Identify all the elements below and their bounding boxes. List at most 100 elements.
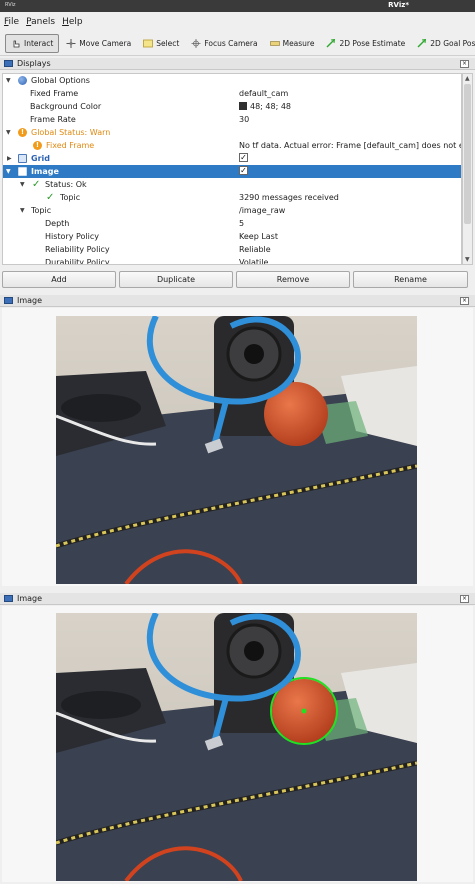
tree-row-global-options[interactable]: ▼ Global Options: [3, 74, 461, 87]
scroll-up-icon[interactable]: ▲: [465, 75, 470, 82]
image-panel-2-title: Image: [17, 594, 43, 603]
cable-bundle: [61, 394, 141, 422]
image-panel-2-viewport[interactable]: [2, 606, 473, 882]
check-icon: ✓: [46, 192, 55, 203]
tree-label: Background Color: [30, 102, 102, 111]
tree-label: Fixed Frame: [46, 141, 95, 150]
tree-label: Image: [31, 167, 59, 176]
tree-row-reliability-policy[interactable]: Reliability Policy Reliable: [3, 243, 461, 256]
displays-panel-title: Displays: [17, 59, 51, 68]
displays-close-icon[interactable]: ×: [460, 60, 469, 68]
interact-tool-label: Interact: [24, 39, 54, 48]
detection-center-dot: [301, 708, 307, 714]
cable-bundle: [61, 691, 141, 719]
tree-label: Fixed Frame: [30, 89, 79, 98]
image-panel-2-close-icon[interactable]: ×: [460, 595, 469, 603]
app-label: RViz: [5, 2, 16, 8]
tree-row-frame-rate[interactable]: Frame Rate 30: [3, 113, 461, 126]
tree-label: Global Status: Warn: [31, 128, 111, 137]
expand-arrow-icon[interactable]: ▼: [6, 74, 11, 87]
scroll-thumb[interactable]: [464, 84, 471, 224]
tree-label: Reliability Policy: [45, 245, 110, 254]
tree-label: Depth: [45, 219, 70, 228]
tree-label: History Policy: [45, 232, 100, 241]
tree-value[interactable]: /image_raw: [239, 204, 461, 217]
tree-value[interactable]: Volatile: [239, 256, 461, 264]
tree-value[interactable]: 30: [239, 113, 461, 126]
tree-value[interactable]: Keep Last: [239, 230, 461, 243]
image-display-icon: [18, 167, 27, 176]
image-panel-1-header: Image ×: [0, 295, 475, 307]
select-tool-label: Select: [156, 39, 180, 48]
rename-button[interactable]: Rename: [353, 271, 468, 288]
title-bar: RViz RViz*: [0, 0, 475, 12]
grid-enabled-checkbox[interactable]: ✓: [239, 152, 461, 165]
globe-icon: [18, 76, 27, 85]
tree-label: Topic: [60, 193, 81, 202]
tree-row-fixed-frame[interactable]: Fixed Frame default_cam: [3, 87, 461, 100]
add-button[interactable]: Add: [2, 271, 116, 288]
expand-arrow-icon[interactable]: ▼: [20, 204, 25, 217]
warning-icon: !: [33, 141, 42, 150]
measure-icon: [269, 41, 280, 46]
tree-row-background-color[interactable]: Background Color 48; 48; 48: [3, 100, 461, 113]
tree-label: Topic: [31, 206, 52, 215]
focus-camera-tool-button[interactable]: Focus Camera: [186, 34, 262, 53]
goal-pose-tool-button[interactable]: 2D Goal Pose: [412, 34, 475, 53]
tree-value-color[interactable]: 48; 48; 48: [239, 100, 461, 113]
tree-label: Frame Rate: [30, 115, 76, 124]
tree-row-global-status[interactable]: ▼ ! Global Status: Warn: [3, 126, 461, 139]
collapse-arrow-icon[interactable]: ▶: [7, 152, 12, 165]
expand-arrow-icon[interactable]: ▼: [6, 165, 11, 178]
interact-tool-button[interactable]: Interact: [5, 34, 60, 53]
tree-value[interactable]: 5: [239, 217, 461, 230]
tree-label: Durability Policy: [45, 258, 110, 265]
camera-image-1: [56, 316, 417, 584]
tree-row-fixed-frame-status[interactable]: ! Fixed Frame No tf data. Actual error: …: [3, 139, 462, 152]
displays-panel-icon: [4, 60, 13, 67]
select-tool-button[interactable]: Select: [138, 34, 184, 53]
tree-row-grid[interactable]: ▶ Grid ✓: [3, 152, 461, 165]
image-panel-1-viewport[interactable]: [2, 308, 473, 586]
goal-pose-tool-label: 2D Goal Pose: [430, 39, 475, 48]
pose-estimate-tool-button[interactable]: 2D Pose Estimate: [321, 34, 410, 53]
menu-panels[interactable]: Panels: [26, 17, 55, 27]
displays-button-row: Add Duplicate Remove Rename: [0, 271, 475, 289]
interact-icon: [13, 40, 20, 48]
tree-row-image[interactable]: ▼ Image ✓: [3, 165, 461, 178]
tree-value: No tf data. Actual error: Frame [default…: [239, 141, 462, 150]
expand-arrow-icon[interactable]: ▼: [6, 126, 11, 139]
window-title: RViz*: [388, 1, 409, 9]
displays-scrollbar[interactable]: ▲ ▼: [462, 73, 473, 265]
image-panel-icon: [4, 297, 13, 304]
menu-bar: File Panels Help: [0, 12, 475, 32]
tree-row-status-ok[interactable]: ▼ ✓ Status: Ok: [3, 178, 461, 191]
move-camera-icon: [66, 39, 76, 48]
image-panel-1-close-icon[interactable]: ×: [460, 297, 469, 305]
expand-arrow-icon[interactable]: ▼: [20, 178, 25, 191]
tree-row-history-policy[interactable]: History Policy Keep Last: [3, 230, 461, 243]
tree-value[interactable]: Reliable: [239, 243, 461, 256]
tree-row-depth[interactable]: Depth 5: [3, 217, 461, 230]
image-enabled-checkbox[interactable]: ✓: [239, 165, 461, 178]
tree-row-topic-status[interactable]: ✓ Topic 3290 messages received: [3, 191, 461, 204]
scroll-down-icon[interactable]: ▼: [465, 256, 470, 263]
tree-value[interactable]: default_cam: [239, 87, 461, 100]
camera-lens-center: [244, 641, 264, 661]
focus-camera-icon: [191, 39, 201, 48]
camera-scene-1: [56, 316, 417, 584]
goal-pose-icon: [417, 39, 427, 48]
tree-row-durability-policy[interactable]: Durability Policy Volatile: [3, 256, 461, 265]
camera-scene-2: [56, 613, 417, 881]
move-camera-tool-button[interactable]: Move Camera: [61, 34, 136, 53]
remove-button[interactable]: Remove: [236, 271, 350, 288]
duplicate-button[interactable]: Duplicate: [119, 271, 233, 288]
menu-help[interactable]: Help: [62, 17, 83, 27]
color-swatch: [239, 101, 247, 110]
camera-lens-center: [244, 344, 264, 364]
measure-tool-button[interactable]: Measure: [265, 34, 320, 53]
tree-value: 48; 48; 48: [250, 102, 292, 111]
tree-row-topic[interactable]: ▼ Topic /image_raw: [3, 204, 461, 217]
menu-file[interactable]: File: [4, 17, 19, 27]
tree-value: 3290 messages received: [239, 193, 339, 202]
